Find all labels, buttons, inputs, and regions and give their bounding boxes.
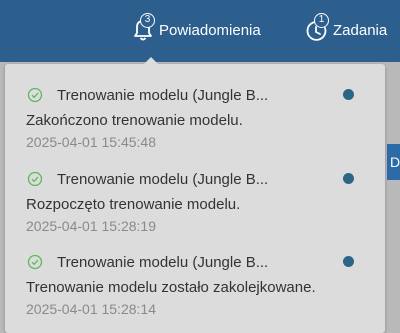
notification-item[interactable]: Trenowanie modelu (Jungle B... Zakończon… [5, 84, 385, 159]
tasks-label: Zadania [333, 21, 388, 39]
notification-message: Trenowanie modelu zostało zakolejkowane. [26, 279, 316, 296]
check-circle-icon [27, 171, 43, 187]
clock-icon: 1 [303, 13, 331, 45]
tasks-count-badge: 1 [314, 13, 329, 28]
notification-title: Trenowanie modelu (Jungle B... [57, 86, 269, 104]
notification-timestamp: 2025-04-01 15:45:48 [26, 134, 156, 150]
notifications-button[interactable]: 3 Powiadomienia [129, 12, 261, 48]
notification-item[interactable]: Trenowanie modelu (Jungle B... Trenowani… [5, 251, 385, 326]
notifications-dropdown: Trenowanie modelu (Jungle B... Zakończon… [5, 57, 385, 333]
dropdown-caret [144, 57, 158, 64]
notification-message: Zakończono trenowanie modelu. [26, 112, 243, 129]
bell-icon: 3 [129, 13, 157, 45]
notification-timestamp: 2025-04-01 15:28:19 [26, 218, 156, 234]
top-header: 3 Powiadomienia 1 Zadania [0, 0, 400, 62]
notification-timestamp: 2025-04-01 15:28:14 [26, 301, 156, 317]
tasks-button[interactable]: 1 Zadania [303, 12, 387, 48]
notification-message: Rozpoczęto trenowanie modelu. [26, 196, 241, 213]
unread-indicator [343, 173, 354, 184]
check-circle-icon [27, 254, 43, 270]
notifications-count-badge: 3 [140, 13, 155, 28]
notification-title: Trenowanie modelu (Jungle B... [57, 170, 269, 188]
notifications-label: Powiadomienia [159, 21, 261, 39]
partial-action-button[interactable]: Do [387, 144, 400, 180]
check-circle-icon [27, 87, 43, 103]
notification-title: Trenowanie modelu (Jungle B... [57, 253, 269, 271]
notification-item[interactable]: Trenowanie modelu (Jungle B... Rozpoczęt… [5, 168, 385, 243]
unread-indicator [343, 89, 354, 100]
unread-indicator [343, 256, 354, 267]
